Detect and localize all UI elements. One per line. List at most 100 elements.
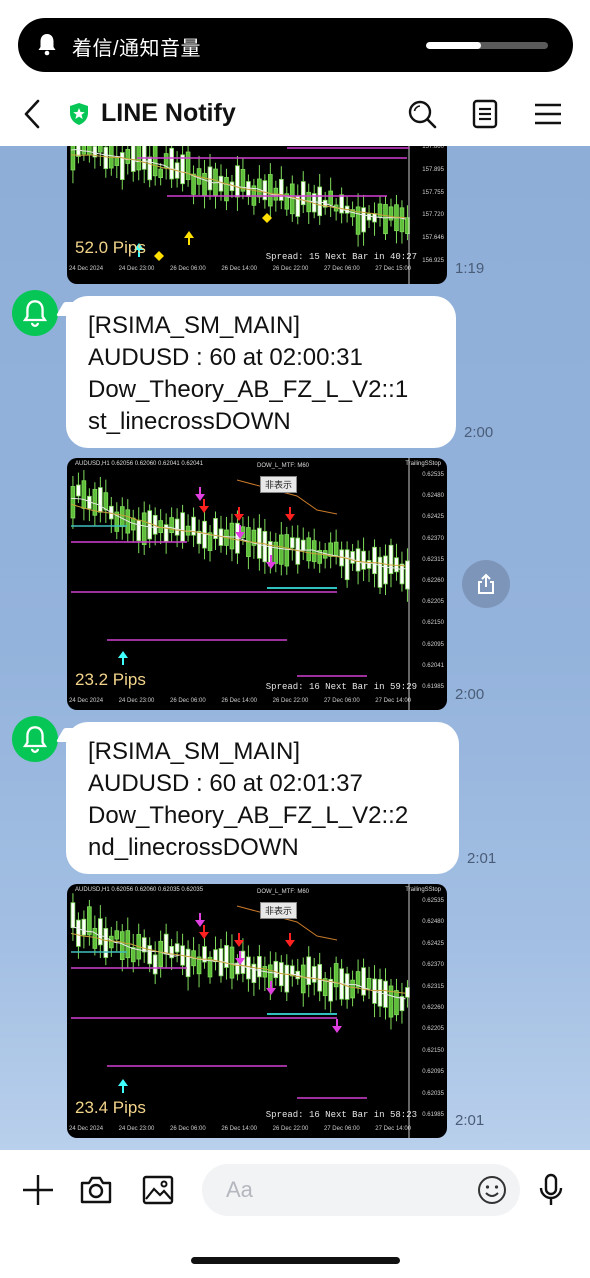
volume-slider[interactable] bbox=[426, 42, 548, 49]
volume-banner: 着信/通知音量 bbox=[18, 18, 573, 72]
spread-label: Spread: 15 Next Bar in 40:27 bbox=[265, 252, 417, 262]
price-tick-label: 0.61985 bbox=[422, 684, 444, 690]
candle-body bbox=[289, 537, 295, 549]
chart-symbol: AUDUSD,H1 0.62056 0.62060 0.62041 0.6204… bbox=[75, 461, 204, 467]
arrow-down-icon bbox=[266, 562, 276, 569]
candle-body bbox=[235, 165, 240, 198]
price-tick-label: 0.62095 bbox=[422, 641, 444, 648]
candle-body bbox=[147, 156, 153, 181]
candle-body bbox=[311, 966, 317, 983]
chart-image[interactable]: AUDUSD,H1 0.62056 0.62060 0.62035 0.6203… bbox=[67, 884, 447, 1138]
chart-plot bbox=[70, 146, 410, 284]
candle-body bbox=[180, 154, 185, 185]
time-tick-label: 27 Dec 15:00 bbox=[375, 266, 411, 272]
candle-body bbox=[141, 937, 147, 953]
time-tick-label: 24 Dec 23:00 bbox=[118, 698, 155, 704]
message-time: 2:01 bbox=[467, 850, 497, 867]
candle-body bbox=[130, 946, 136, 963]
candle-body bbox=[103, 146, 109, 170]
candle-body bbox=[317, 964, 323, 992]
candle-body bbox=[163, 933, 169, 955]
candle-body bbox=[185, 948, 191, 978]
candle-body bbox=[268, 174, 273, 207]
candle-body bbox=[87, 906, 92, 936]
bot-avatar[interactable] bbox=[12, 716, 58, 762]
message-input[interactable]: Aa bbox=[202, 1164, 520, 1216]
message-bubble[interactable]: [RSIMA_SM_MAIN] AUDUSD : 60 at 02:00:31 … bbox=[66, 296, 456, 448]
message-bubble[interactable]: [RSIMA_SM_MAIN] AUDUSD : 60 at 02:01:37 … bbox=[66, 722, 459, 874]
price-tick-label: 0.62150 bbox=[422, 620, 444, 627]
candle-body bbox=[350, 551, 355, 564]
arrow-up-icon bbox=[118, 1079, 128, 1086]
plus-icon[interactable] bbox=[20, 1172, 56, 1208]
chart-image[interactable]: AUDUSD,H1 0.62056 0.62060 0.62041 0.6204… bbox=[67, 458, 447, 710]
candle-body bbox=[130, 146, 136, 172]
emoji-icon[interactable] bbox=[476, 1174, 508, 1206]
pips-label: 23.4 Pips bbox=[75, 1098, 146, 1117]
chart-indicator: DOW_L_MTF: M60 bbox=[257, 463, 310, 469]
candle-body bbox=[141, 512, 147, 546]
candle-body bbox=[114, 157, 120, 166]
candle-body bbox=[81, 918, 87, 936]
candle-body bbox=[317, 186, 323, 217]
price-tick-label: 0.62480 bbox=[422, 493, 444, 500]
candle-body bbox=[98, 487, 103, 513]
time-tick-label: 26 Dec 22:00 bbox=[272, 698, 309, 704]
hide-button: 非表示 bbox=[260, 902, 298, 919]
menu-icon[interactable] bbox=[531, 97, 565, 131]
arrow-down-icon bbox=[199, 506, 209, 513]
home-indicator bbox=[191, 1257, 400, 1264]
chat-area[interactable]: 157.860 157.895 157.755 157.720 157.646 156.9… bbox=[0, 146, 590, 1150]
candle-body bbox=[158, 940, 163, 968]
candle-body bbox=[224, 176, 229, 202]
candle-body bbox=[158, 168, 163, 178]
chart-indicator: DOW_L_MTF: M60 bbox=[257, 889, 310, 895]
time-tick-label: 26 Dec 06:00 bbox=[169, 266, 206, 272]
price-tick-label: 0.62535 bbox=[422, 472, 444, 478]
message-line: [RSIMA_SM_MAIN] bbox=[88, 738, 301, 765]
price-tick-label: 0.62425 bbox=[422, 940, 444, 947]
arrow-down-icon bbox=[332, 1026, 342, 1033]
candle-body bbox=[355, 548, 361, 572]
message-line: nd_linecrossDOWN bbox=[88, 834, 299, 861]
price-tick-label: 0.62035 bbox=[422, 1090, 444, 1097]
share-button[interactable] bbox=[462, 560, 510, 608]
arrow-down-icon bbox=[199, 932, 209, 939]
candle-body bbox=[257, 956, 262, 978]
candle-body bbox=[229, 181, 235, 192]
arrow-down-icon bbox=[285, 514, 295, 521]
price-tick-label: 0.62370 bbox=[422, 962, 444, 969]
camera-icon[interactable] bbox=[78, 1172, 114, 1208]
volume-slider-fill bbox=[426, 42, 481, 49]
time-tick-label: 27 Dec 06:00 bbox=[323, 266, 360, 272]
notes-icon[interactable] bbox=[468, 97, 502, 131]
candle-body bbox=[76, 484, 81, 497]
search-icon[interactable] bbox=[405, 97, 439, 131]
candle-body bbox=[70, 486, 76, 519]
chart-image[interactable]: 157.860 157.895 157.755 157.720 157.646 156.9… bbox=[67, 146, 447, 284]
price-tick-label: 0.62260 bbox=[422, 1005, 444, 1011]
candle-body bbox=[344, 549, 350, 581]
bot-avatar[interactable] bbox=[12, 290, 58, 336]
candle-body bbox=[273, 960, 279, 979]
price-tick-label: 0.62205 bbox=[422, 599, 444, 606]
candle-body bbox=[147, 510, 153, 540]
candle-body bbox=[328, 190, 333, 206]
time-tick-label: 26 Dec 06:00 bbox=[169, 1126, 206, 1132]
time-tick-label: 26 Dec 14:00 bbox=[221, 698, 258, 704]
price-tick-label: 0.62260 bbox=[422, 578, 444, 584]
back-icon[interactable] bbox=[18, 96, 48, 132]
image-icon[interactable] bbox=[140, 1172, 176, 1208]
candle-body bbox=[152, 146, 158, 177]
price-tick-label: 157.895 bbox=[422, 166, 444, 173]
candle-body bbox=[366, 213, 372, 221]
verified-shield-icon bbox=[70, 103, 88, 125]
chart-trailing-label: TrailingSStop bbox=[405, 461, 441, 467]
message-input-placeholder: Aa bbox=[226, 1177, 253, 1202]
candle-body bbox=[388, 985, 394, 1018]
microphone-icon[interactable] bbox=[533, 1172, 569, 1208]
time-tick-label: 27 Dec 14:00 bbox=[375, 1126, 411, 1132]
candle-body bbox=[76, 919, 81, 947]
candle-body bbox=[300, 539, 306, 551]
bell-icon bbox=[22, 300, 48, 327]
